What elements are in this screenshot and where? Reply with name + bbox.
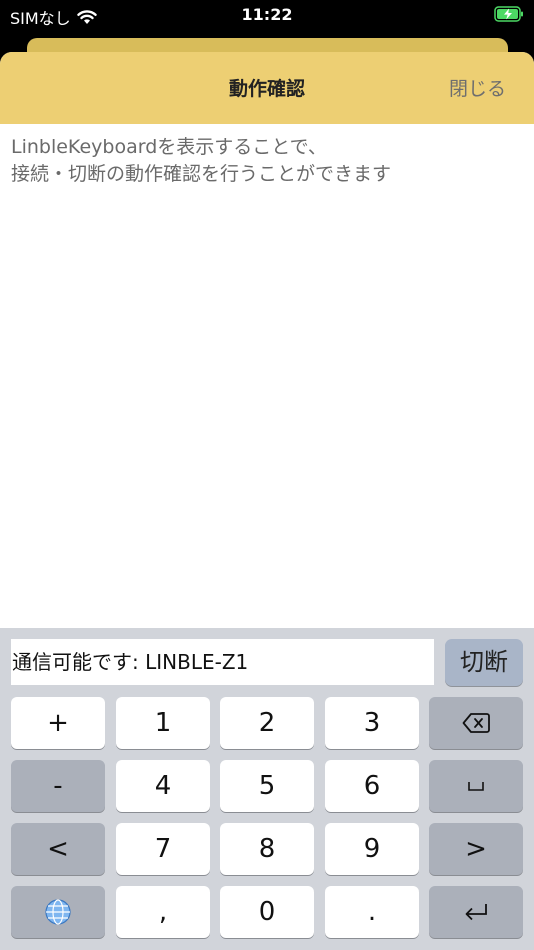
key-return[interactable] (429, 886, 523, 938)
backspace-icon (462, 713, 490, 733)
return-icon (465, 904, 487, 921)
key-comma[interactable]: , (116, 886, 210, 938)
instruction-line-1: LinbleKeyboardを表示することで、 (11, 136, 327, 158)
key-less-than[interactable]: < (11, 823, 105, 875)
navigation-bar: 動作確認 閉じる (0, 52, 534, 124)
globe-icon (45, 899, 71, 925)
key-minus[interactable]: - (11, 760, 105, 812)
key-0[interactable]: 0 (220, 886, 314, 938)
key-plus[interactable]: + (11, 697, 105, 749)
key-greater-than[interactable]: > (429, 823, 523, 875)
key-5[interactable]: 5 (220, 760, 314, 812)
key-2[interactable]: 2 (220, 697, 314, 749)
connection-status-field: 通信可能です: LINBLE-Z1 (11, 639, 434, 685)
disconnect-button[interactable]: 切断 (445, 639, 523, 686)
key-8[interactable]: 8 (220, 823, 314, 875)
key-6[interactable]: 6 (325, 760, 419, 812)
custom-keyboard: 通信可能です: LINBLE-Z1 切断 + 1 2 3 - 4 5 6 < 7… (0, 628, 534, 950)
key-period[interactable]: . (325, 886, 419, 938)
space-icon (468, 782, 484, 791)
status-bar: SIMなし 11:22 (0, 0, 534, 34)
instruction-line-2: 接続・切断の動作確認を行うことができます (11, 163, 392, 185)
battery-charging-icon (494, 6, 523, 22)
status-time: 11:22 (241, 5, 293, 24)
key-backspace[interactable] (429, 697, 523, 749)
key-4[interactable]: 4 (116, 760, 210, 812)
key-9[interactable]: 9 (325, 823, 419, 875)
key-globe[interactable] (11, 886, 105, 938)
instruction-text: LinbleKeyboardを表示することで、 接続・切断の動作確認を行うことが… (11, 134, 521, 188)
close-button[interactable]: 閉じる (449, 74, 506, 101)
key-1[interactable]: 1 (116, 697, 210, 749)
key-7[interactable]: 7 (116, 823, 210, 875)
modal-sheet: 動作確認 閉じる LinbleKeyboardを表示することで、 接続・切断の動… (0, 52, 534, 950)
key-space[interactable] (429, 760, 523, 812)
key-3[interactable]: 3 (325, 697, 419, 749)
